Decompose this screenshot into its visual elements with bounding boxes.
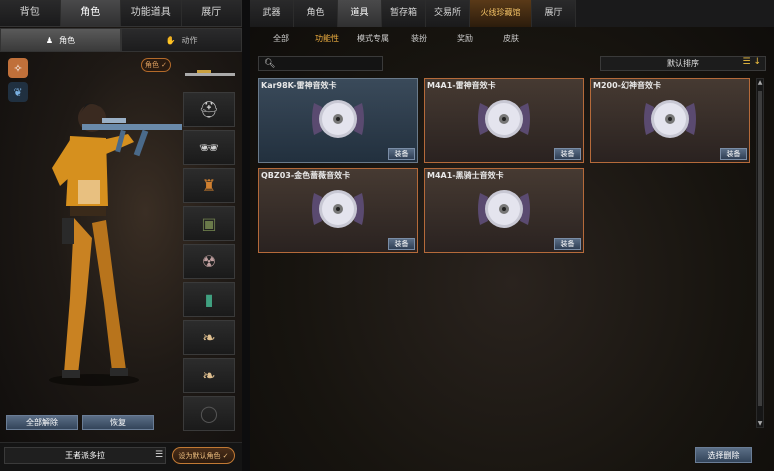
tab-exchange[interactable]: 交易所 — [426, 0, 470, 27]
tab-functional-items[interactable]: 功能道具 — [121, 0, 182, 26]
sort-dropdown[interactable]: 默认排序 ☰ ↓ — [600, 56, 766, 71]
slot-empty[interactable]: ◯ — [183, 396, 235, 431]
subtab-all[interactable]: 全部 — [258, 30, 304, 48]
tab-exhibition[interactable]: 展厅 — [532, 0, 576, 27]
sound-card-disc-icon — [644, 99, 696, 138]
equip-button[interactable]: 装备 — [720, 148, 747, 160]
figurine-icon: ♜ — [201, 176, 217, 195]
character-name-field[interactable]: 王者派多拉 — [4, 447, 166, 464]
slot-figurine[interactable]: ♜ — [183, 168, 235, 203]
left-buttons: 全部解除 恢复 — [6, 415, 154, 430]
wing-icon: ❧ — [202, 328, 216, 347]
character-name-bar: 王者派多拉 ☰ 设为默认角色 ✓ — [0, 442, 242, 471]
item-card[interactable]: M4A1-黑骑士音效卡 装备 — [424, 168, 584, 253]
subtab-functional[interactable]: 功能性 — [304, 30, 350, 48]
slot-helmet[interactable]: ⛑ — [183, 92, 235, 127]
item-title: QBZ03-金色蔷薇音效卡 — [261, 171, 351, 180]
tab-items[interactable]: 道具 — [338, 0, 382, 27]
main-tabs: 武器 角色 道具 暂存箱 交易所 火线珍藏馆 展厅 — [250, 0, 774, 27]
restore-button[interactable]: 恢复 — [82, 415, 154, 430]
side-badges: ✧ ❦ — [8, 58, 28, 106]
slot-card[interactable]: ▮ — [183, 282, 235, 317]
item-title: M200-幻神音效卡 — [593, 81, 661, 90]
scroll-down-icon[interactable]: ▼ — [757, 420, 763, 427]
item-card[interactable]: Kar98K-雷神音效卡 装备 — [258, 78, 418, 163]
search-icon: 🔍︎ — [264, 58, 276, 69]
tab-storage[interactable]: 暂存箱 — [382, 0, 426, 27]
unequip-all-button[interactable]: 全部解除 — [6, 415, 78, 430]
empty-slot-icon: ◯ — [200, 404, 218, 423]
item-title: Kar98K-雷神音效卡 — [261, 81, 337, 90]
equip-button[interactable]: 装备 — [554, 238, 581, 250]
character-panel: 背包 角色 功能道具 展厅 ♟ 角色 ✋ 动作 ✧ ❦ 角色 ✓ ⛑ 🕶 ♜ ▣… — [0, 0, 242, 471]
equip-button[interactable]: 装备 — [554, 148, 581, 160]
subtab-outfit[interactable]: 装扮 — [396, 30, 442, 48]
subtab-reward[interactable]: 奖励 — [442, 30, 488, 48]
weapon-slot[interactable] — [182, 58, 237, 90]
item-title: M4A1-雷神音效卡 — [427, 81, 496, 90]
tab-collection[interactable]: 火线珍藏馆 — [470, 0, 532, 27]
sound-card-disc-icon — [312, 189, 364, 228]
item-sub-tabs: 全部 功能性 模式专属 装扮 奖励 皮肤 — [258, 30, 534, 48]
wings-badge-icon[interactable]: ❦ — [8, 82, 28, 102]
card-icon: ▮ — [204, 290, 214, 309]
tab-roles[interactable]: 角色 — [294, 0, 338, 27]
goggles-icon: 🕶 — [198, 138, 220, 157]
search-input[interactable]: 🔍︎ — [258, 56, 383, 71]
wing-icon: ❧ — [202, 366, 216, 385]
mask-icon: ☢ — [201, 252, 217, 271]
item-scrollbar[interactable]: ▲ ▼ — [756, 78, 764, 428]
inventory-panel: 武器 角色 道具 暂存箱 交易所 火线珍藏馆 展厅 全部 功能性 模式专属 装扮… — [250, 0, 774, 471]
item-card[interactable]: M200-幻神音效卡 装备 — [590, 78, 750, 163]
helmet-icon: ⛑ — [198, 100, 220, 119]
equip-button[interactable]: 装备 — [388, 148, 415, 160]
slot-wing-2[interactable]: ❧ — [183, 358, 235, 393]
scroll-up-icon[interactable]: ▲ — [757, 79, 763, 86]
hand-icon: ✋ — [165, 35, 176, 45]
subtab-action-label: 动作 — [181, 35, 198, 45]
slot-wing-1[interactable]: ❧ — [183, 320, 235, 355]
slot-goggles[interactable]: 🕶 — [183, 130, 235, 165]
list-menu-icon[interactable]: ☰ — [155, 450, 163, 460]
item-title: M4A1-黑骑士音效卡 — [427, 171, 504, 180]
slot-mask[interactable]: ☢ — [183, 244, 235, 279]
sort-order-icon[interactable]: ☰ ↓ — [743, 57, 761, 67]
item-card[interactable]: QBZ03-金色蔷薇音效卡 装备 — [258, 168, 418, 253]
subtab-character-label: 角色 — [59, 35, 76, 45]
character-model — [49, 103, 182, 386]
equip-button[interactable]: 装备 — [388, 238, 415, 250]
set-default-role-button[interactable]: 设为默认角色 ✓ — [172, 447, 235, 464]
subtab-character[interactable]: ♟ 角色 — [0, 28, 121, 52]
sound-card-disc-icon — [478, 99, 530, 138]
subtab-mode-exclusive[interactable]: 模式专属 — [350, 30, 396, 48]
character-icon: ♟ — [45, 35, 54, 45]
left-sub-tabs: ♟ 角色 ✋ 动作 — [0, 28, 242, 52]
sound-card-disc-icon — [478, 189, 530, 228]
sort-label: 默认排序 — [667, 59, 699, 68]
subtab-action[interactable]: ✋ 动作 — [121, 28, 242, 52]
select-delete-button[interactable]: 选择删除 — [695, 447, 752, 463]
backpack-icon: ▣ — [201, 214, 217, 233]
rifle-icon — [184, 70, 235, 76]
left-top-tabs: 背包 角色 功能道具 展厅 — [0, 0, 242, 27]
gear-badge-icon[interactable]: ✧ — [8, 58, 28, 78]
tab-character[interactable]: 角色 — [60, 0, 121, 26]
subtab-skin[interactable]: 皮肤 — [488, 30, 534, 48]
scroll-thumb[interactable] — [758, 91, 762, 406]
sound-card-disc-icon — [312, 99, 364, 138]
tab-showroom[interactable]: 展厅 — [181, 0, 242, 26]
item-card[interactable]: M4A1-雷神音效卡 装备 — [424, 78, 584, 163]
equipment-slots: ⛑ 🕶 ♜ ▣ ☢ ▮ ❧ ❧ ◯ — [182, 58, 237, 434]
tab-weapons[interactable]: 武器 — [250, 0, 294, 27]
role-chip[interactable]: 角色 ✓ — [141, 58, 171, 72]
tab-bag[interactable]: 背包 — [0, 0, 61, 26]
slot-backpack[interactable]: ▣ — [183, 206, 235, 241]
